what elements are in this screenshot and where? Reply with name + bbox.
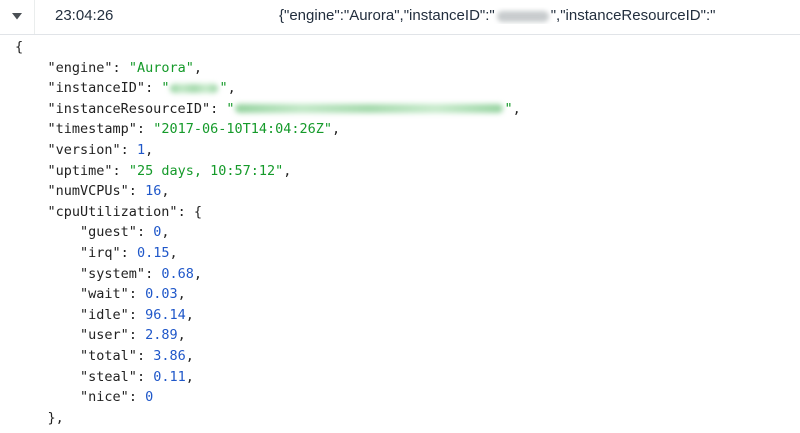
- json-key: "steal": [80, 368, 137, 385]
- json-number-value: 0.11: [153, 368, 186, 385]
- expanded-json-view: { "engine": "Aurora", "instanceID": " ", …: [15, 37, 521, 428]
- json-number-value: 16: [145, 183, 162, 200]
- json-key: "wait": [80, 286, 129, 303]
- json-number-value: 2.89: [145, 327, 178, 344]
- json-line-cpu-user: "user": 2.89,: [80, 327, 186, 344]
- json-key: "cpuUtilization": [47, 203, 178, 220]
- json-key: "timestamp": [47, 121, 137, 138]
- json-line-num-vcpus: "numVCPUs": 16,: [47, 183, 170, 200]
- json-number-value: 1: [136, 141, 146, 158]
- redacted-instance-id: [496, 10, 549, 22]
- json-number-value: 0.68: [161, 265, 194, 282]
- json-number-value: 0.15: [136, 244, 170, 261]
- json-key: "irq": [80, 244, 121, 261]
- json-line-cpu-nice: "nice": 0: [80, 389, 154, 406]
- json-string-value: "25 days, 10:57:12": [128, 162, 284, 179]
- json-key: "engine": [47, 59, 113, 76]
- json-key: "idle": [80, 306, 129, 323]
- event-time: 23:04:26: [55, 7, 114, 24]
- json-key: "system": [80, 265, 146, 282]
- redacted-value: [235, 104, 504, 114]
- json-line-cpu-utilization: "cpuUtilization": {: [47, 203, 202, 220]
- event-message: {"engine":"Aurora","instanceID":" ","inst…: [279, 7, 800, 24]
- json-line-cpu-wait: "wait": 0.03,: [80, 286, 186, 303]
- json-line-cpu-system: "system": 0.68,: [80, 265, 202, 282]
- json-line: {: [15, 37, 521, 58]
- json-number-value: 0.03: [145, 286, 178, 303]
- row-divider: [34, 0, 35, 34]
- json-number-value: 96.14: [145, 306, 186, 323]
- message-suffix: ","instanceResourceID":": [550, 7, 716, 24]
- json-key: "version": [47, 141, 121, 158]
- redacted-value: [170, 83, 219, 93]
- log-event-row[interactable]: 23:04:26 {"engine":"Aurora","instanceID"…: [0, 0, 800, 35]
- message-prefix: {"engine":"Aurora","instanceID":": [279, 7, 495, 24]
- json-key: "user": [80, 327, 129, 344]
- caret-down-icon: [12, 13, 22, 20]
- json-key: "uptime": [47, 162, 113, 179]
- json-key: "nice": [80, 389, 129, 406]
- json-line-instance-id: "instanceID": " ",: [47, 80, 236, 97]
- json-close-object: },: [47, 409, 64, 426]
- json-key: "guest": [80, 224, 137, 241]
- expand-toggle[interactable]: [0, 0, 34, 34]
- json-line-instance-resource-id: "instanceResourceID": " ",: [47, 100, 521, 117]
- json-line-cpu-total: "total": 3.86,: [80, 347, 194, 364]
- json-string-value: "Aurora": [128, 59, 194, 76]
- json-string-value: "2017-06-10T14:04:26Z": [153, 121, 332, 138]
- json-line-cpu-irq: "irq": 0.15,: [80, 244, 178, 261]
- json-key: "numVCPUs": [47, 183, 129, 200]
- json-line-uptime: "uptime": "25 days, 10:57:12",: [47, 162, 292, 179]
- json-number-value: 0: [145, 389, 154, 406]
- json-line-close-object: },: [15, 408, 521, 429]
- json-line-version: "version": 1,: [47, 141, 154, 158]
- json-open-brace: {: [15, 39, 24, 55]
- json-line-cpu-steal: "steal": 0.11,: [80, 368, 194, 385]
- json-line-cpu-idle: "idle": 96.14,: [80, 306, 194, 323]
- json-key: "instanceResourceID": [47, 100, 211, 117]
- json-key: "instanceID": [47, 80, 146, 97]
- json-line-cpu-guest: "guest": 0,: [80, 224, 170, 241]
- json-number-value: 3.86: [153, 347, 186, 364]
- json-line-engine: "engine": "Aurora",: [47, 59, 202, 76]
- json-key: "total": [80, 347, 137, 364]
- json-line-timestamp: "timestamp": "2017-06-10T14:04:26Z",: [47, 121, 341, 138]
